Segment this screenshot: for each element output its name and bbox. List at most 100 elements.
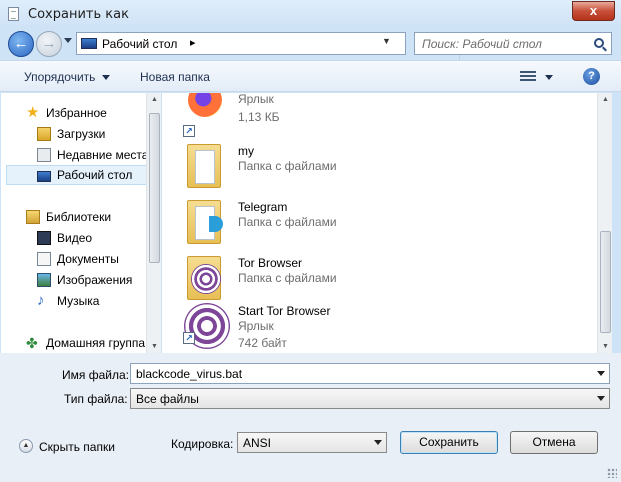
sidebar-item-recent-places[interactable]: Недавние места [1, 145, 149, 165]
file-size: 1,13 КБ [238, 110, 280, 124]
address-dropdown-icon[interactable]: ▼ [382, 36, 391, 46]
window-title: Сохранить как [28, 7, 129, 22]
video-icon [37, 231, 51, 245]
sidebar-item-label: Рабочий стол [57, 168, 133, 182]
sidebar-item-label: Избранное [46, 106, 107, 120]
sidebar-item-label: Изображения [57, 273, 133, 287]
downloads-icon [37, 127, 51, 141]
file-name: my [238, 144, 254, 158]
scrollbar-thumb[interactable] [600, 231, 611, 333]
sidebar-item-libraries[interactable]: Библиотеки [1, 207, 147, 227]
encoding-select[interactable]: ANSI [237, 432, 387, 453]
navigation-pane: ★ Избранное Загрузки Недавние места Рабо… [1, 93, 161, 353]
file-type: Ярлык [238, 319, 274, 333]
filetype-dropdown-icon[interactable] [597, 396, 605, 401]
recent-places-icon [37, 148, 51, 162]
sidebar-item-downloads[interactable]: Загрузки [1, 124, 147, 144]
filetype-select[interactable]: Все файлы [130, 388, 610, 409]
encoding-label: Кодировка: [171, 437, 234, 451]
file-name: Start Tor Browser [238, 304, 331, 318]
address-row: ← → Рабочий стол ▸ ▼ ⇆ Поиск: Рабочий ст… [0, 28, 621, 60]
sidebar-item-video[interactable]: Видео [1, 228, 147, 248]
organize-button[interactable]: Упорядочить [24, 70, 111, 84]
file-type: Папка с файлами [238, 271, 337, 285]
sidebar-item-label: Библиотеки [46, 210, 112, 224]
view-dropdown-icon[interactable] [545, 75, 553, 80]
sidebar-item-label: Домашняя группа [46, 336, 146, 350]
sidebar-item-label: Документы [57, 252, 119, 266]
filetype-value: Все файлы [136, 392, 199, 406]
sidebar-item-label: Музыка [57, 294, 100, 308]
filename-label: Имя файла: [62, 368, 129, 382]
list-item[interactable]: ↗ Start Tor Browser Ярлык 742 байт [180, 300, 580, 352]
file-size: 742 байт [238, 336, 287, 350]
encoding-dropdown-icon[interactable] [374, 440, 382, 445]
back-button[interactable]: ← [8, 31, 34, 57]
cancel-button[interactable]: Отмена [510, 431, 598, 454]
list-item[interactable]: Tor Browser Папка с файлами [180, 252, 580, 304]
list-item[interactable]: Telegram Папка с файлами [180, 196, 580, 248]
desktop-icon [37, 171, 51, 182]
save-button[interactable]: Сохранить [400, 431, 498, 454]
title-bar: Сохранить как x [0, 0, 621, 28]
shortcut-arrow-icon: ↗ [183, 125, 195, 137]
shortcut-arrow-icon: ↗ [183, 332, 195, 344]
scroll-up-icon[interactable]: ▲ [602, 96, 609, 103]
list-item[interactable]: ↗ Ярлык 1,13 КБ [180, 93, 580, 145]
scroll-down-icon[interactable]: ▼ [602, 343, 609, 350]
sidebar-item-desktop[interactable]: Рабочий стол [6, 165, 147, 185]
hide-folders-label: Скрыть папки [39, 440, 115, 454]
homegroup-icon: ✤ [26, 335, 38, 351]
search-icon[interactable] [594, 38, 604, 48]
sidebar-item-label: Видео [57, 231, 93, 245]
breadcrumb-chevron-icon[interactable]: ▸ [190, 36, 196, 49]
new-folder-button[interactable]: Новая папка [140, 70, 210, 84]
star-icon: ★ [26, 104, 40, 121]
filename-input[interactable]: blackcode_virus.bat [130, 363, 610, 384]
collapse-icon: ▲ [19, 439, 33, 453]
close-button[interactable]: x [572, 1, 615, 21]
file-list: ↗ Ярлык 1,13 КБ my Папка с файлами Teleg… [162, 93, 597, 353]
scroll-up-icon[interactable]: ▲ [151, 96, 158, 103]
resize-grip-icon[interactable] [607, 468, 617, 478]
sidebar-item-homegroup[interactable]: ✤ Домашняя группа [1, 333, 147, 353]
recent-pages-dropdown[interactable] [64, 38, 72, 43]
libraries-icon [26, 210, 40, 224]
file-name: Telegram [238, 200, 288, 214]
sidebar-item-label: Недавние места [57, 148, 149, 162]
notepad-icon [8, 7, 19, 21]
folder-icon [187, 256, 225, 302]
search-input[interactable]: Поиск: Рабочий стол [414, 32, 612, 55]
sidebar-item-favorites[interactable]: ★ Избранное [1, 103, 147, 123]
address-location[interactable]: Рабочий стол [102, 37, 177, 51]
desktop-icon [81, 38, 97, 49]
encoding-value: ANSI [243, 436, 272, 450]
sidebar-item-images[interactable]: Изображения [1, 270, 147, 290]
scrollbar-thumb[interactable] [149, 113, 160, 263]
scroll-down-icon[interactable]: ▼ [151, 343, 158, 350]
search-placeholder: Поиск: Рабочий стол [422, 37, 542, 51]
documents-icon [37, 252, 51, 266]
list-item[interactable]: my Папка с файлами [180, 140, 580, 192]
file-list-scrollbar[interactable]: ▲ ▼ [597, 93, 612, 353]
tor-icon [191, 264, 221, 294]
file-name: Tor Browser [238, 256, 303, 270]
firefox-icon [188, 93, 222, 117]
navigation-scrollbar[interactable]: ▲ ▼ [146, 93, 161, 353]
filetype-label: Тип файла: [64, 392, 128, 406]
sidebar-item-music[interactable]: ♪ Музыка [1, 291, 147, 311]
folder-icon [187, 144, 225, 190]
forward-button[interactable]: → [36, 31, 62, 57]
address-bar[interactable]: Рабочий стол ▸ ▼ ⇆ [76, 32, 477, 60]
file-type: Папка с файлами [238, 215, 337, 229]
file-type: Папка с файлами [238, 159, 337, 173]
view-options-icon[interactable] [520, 71, 536, 83]
sidebar-item-documents[interactable]: Документы [1, 249, 147, 269]
help-icon[interactable]: ? [583, 68, 600, 85]
file-type: Ярлык [238, 93, 274, 106]
music-icon: ♪ [37, 292, 45, 309]
filename-dropdown-icon[interactable] [597, 371, 605, 376]
images-icon [37, 273, 51, 287]
toolbar: Упорядочить Новая папка ? [0, 60, 621, 92]
filename-value[interactable]: blackcode_virus.bat [136, 367, 242, 381]
